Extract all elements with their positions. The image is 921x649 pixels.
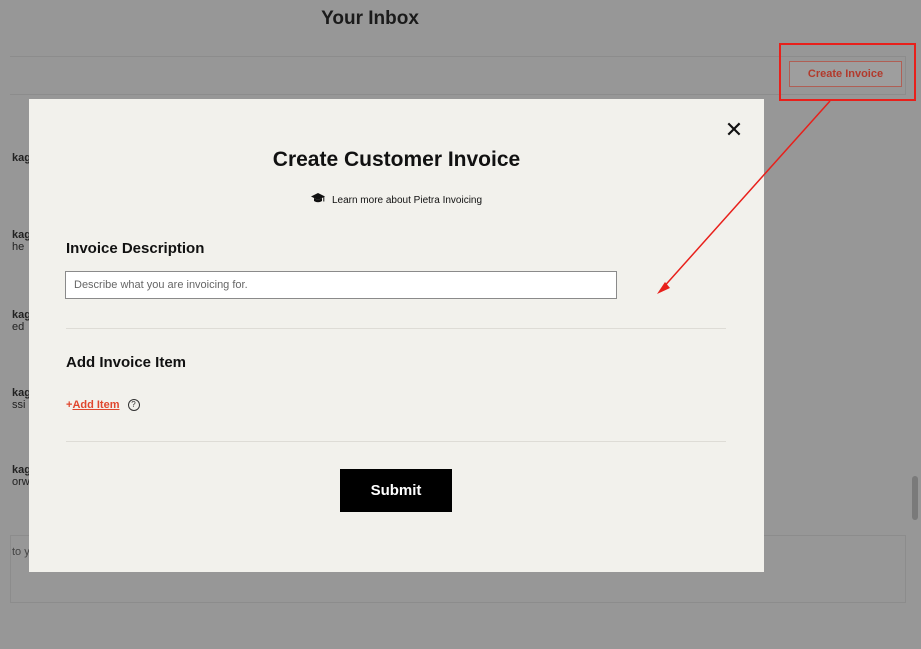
add-item-row: +Add Item ? (66, 399, 140, 411)
message-input-text: to y (12, 546, 30, 558)
submit-button[interactable]: Submit (340, 469, 452, 512)
learn-more-text: Learn more about Pietra Invoicing (331, 194, 483, 206)
create-invoice-modal: ✕ Create Customer Invoice Learn more abo… (29, 99, 764, 572)
graduation-cap-icon (310, 193, 325, 207)
add-invoice-item-label: Add Invoice Item (66, 354, 187, 371)
modal-title: Create Customer Invoice (272, 148, 521, 171)
question-circle-icon[interactable]: ? (127, 399, 140, 411)
section-divider (66, 441, 726, 442)
close-icon[interactable]: ✕ (723, 119, 745, 141)
learn-more-link[interactable]: Learn more about Pietra Invoicing (29, 193, 764, 207)
toolbar-divider (10, 94, 906, 95)
annotation-highlight-box (779, 43, 916, 101)
section-divider (66, 328, 726, 329)
page-title: Your Inbox (321, 8, 419, 29)
invoice-description-label: Invoice Description (66, 240, 205, 257)
scrollbar-thumb[interactable] (912, 476, 918, 520)
invoice-description-input[interactable] (65, 271, 617, 299)
header-divider (10, 56, 906, 57)
add-item-link[interactable]: +Add Item (66, 399, 120, 411)
